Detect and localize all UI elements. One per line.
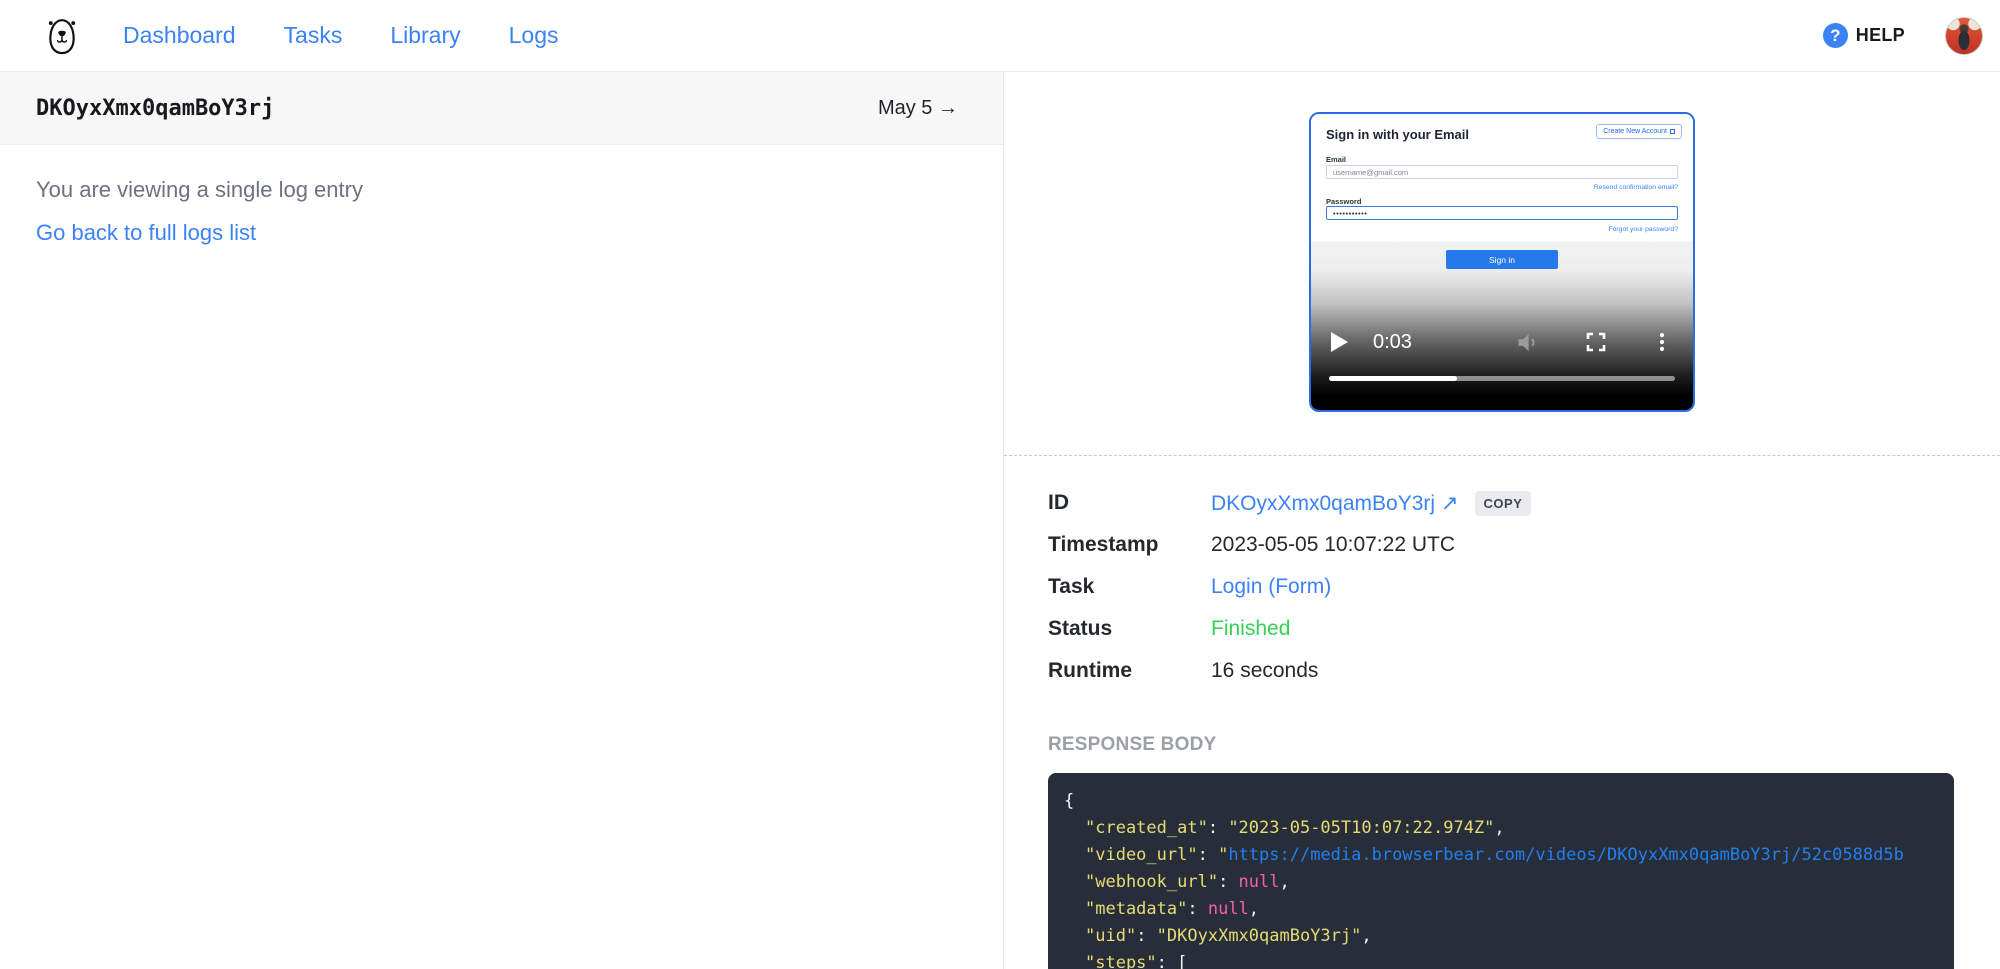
help-button[interactable]: ? HELP	[1823, 23, 1905, 48]
log-id-title: DKOyxXmx0qamBoY3rj	[36, 96, 274, 121]
id-label: ID	[1048, 491, 1211, 515]
browserbear-logo[interactable]	[42, 13, 82, 59]
code-line: "uid": "DKOyxXmx0qamBoY3rj",	[1064, 923, 1938, 950]
user-avatar[interactable]	[1945, 17, 1983, 55]
top-nav: Dashboard Tasks Library Logs ? HELP	[0, 0, 2000, 72]
code-line: "created_at": "2023-05-05T10:07:22.974Z"…	[1064, 815, 1938, 842]
status-label: Status	[1048, 617, 1211, 641]
play-icon[interactable]	[1331, 332, 1348, 352]
status-badge: Finished	[1211, 617, 1290, 641]
timestamp-value: 2023-05-05 10:07:22 UTC	[1211, 533, 1455, 557]
preview-password-label: Password	[1326, 197, 1361, 206]
detail-row-runtime: Runtime 16 seconds	[1048, 650, 1954, 692]
log-date-link[interactable]: May 5 →	[878, 97, 958, 120]
nav-right: ? HELP	[1823, 17, 1983, 55]
arrow-right-icon: →	[938, 97, 958, 119]
external-link-icon	[1670, 129, 1675, 134]
video-progress-bar[interactable]	[1329, 376, 1675, 381]
code-line: "steps": [	[1064, 950, 1938, 969]
runtime-label: Runtime	[1048, 659, 1211, 683]
video-current-time: 0:03	[1373, 331, 1412, 354]
log-date: May 5	[878, 97, 932, 119]
response-body-code-block[interactable]: { "created_at": "2023-05-05T10:07:22.974…	[1048, 773, 1954, 969]
runtime-value: 16 seconds	[1211, 659, 1318, 683]
bear-icon	[42, 13, 82, 59]
detail-row-task: Task Login (Form)	[1048, 566, 1954, 608]
log-entry-header: DKOyxXmx0qamBoY3rj May 5 →	[0, 72, 1003, 145]
log-entry-body: You are viewing a single log entry Go ba…	[0, 145, 1003, 278]
detail-row-status: Status Finished	[1048, 608, 1954, 650]
run-video-player[interactable]: Sign in with your Email Create New Accou…	[1309, 112, 1695, 412]
back-to-logs-link[interactable]: Go back to full logs list	[36, 220, 256, 246]
volume-muted-icon[interactable]	[1514, 329, 1541, 356]
main-nav: Dashboard Tasks Library Logs	[123, 22, 559, 49]
code-line: "metadata": null,	[1064, 896, 1938, 923]
detail-row-id: ID DKOyxXmx0qamBoY3rj ↗ COPY	[1048, 482, 1954, 524]
external-arrow-icon: ↗	[1441, 492, 1459, 515]
single-log-notice: You are viewing a single log entry	[36, 177, 967, 203]
preview-signin-heading: Sign in with your Email	[1326, 127, 1469, 142]
video-progress-fill	[1329, 376, 1457, 381]
nav-item-logs[interactable]: Logs	[509, 22, 559, 49]
timestamp-label: Timestamp	[1048, 533, 1211, 557]
code-line: {	[1064, 788, 1938, 815]
detail-row-timestamp: Timestamp 2023-05-05 10:07:22 UTC	[1048, 524, 1954, 566]
more-options-icon[interactable]	[1651, 331, 1673, 353]
preview-resend-link: Resend confirmation email?	[1594, 184, 1678, 191]
log-detail-panel: Sign in with your Email Create New Accou…	[1004, 72, 2000, 969]
preview-create-account-button: Create New Account	[1596, 124, 1682, 139]
nav-item-tasks[interactable]: Tasks	[284, 22, 343, 49]
response-body-heading: RESPONSE BODY	[1048, 734, 2000, 756]
preview-forgot-link: Forgot your password?	[1608, 226, 1678, 233]
help-label: HELP	[1856, 25, 1905, 46]
preview-password-input: •••••••••••	[1326, 206, 1678, 220]
code-line: "webhook_url": null,	[1064, 869, 1938, 896]
preview-signin-button: Sign in	[1446, 250, 1558, 269]
preview-create-account-label: Create New Account	[1603, 128, 1667, 135]
section-divider	[1004, 455, 2000, 456]
preview-email-input: username@gmail.com	[1326, 165, 1678, 179]
id-value: DKOyxXmx0qamBoY3rj	[1211, 492, 1435, 515]
task-link[interactable]: Login (Form)	[1211, 575, 1331, 599]
copy-id-button[interactable]: COPY	[1475, 491, 1532, 516]
log-entry-panel: DKOyxXmx0qamBoY3rj May 5 → You are viewi…	[0, 72, 1004, 969]
nav-item-dashboard[interactable]: Dashboard	[123, 22, 236, 49]
video-url-link: https://media.browserbear.com/videos/DKO…	[1228, 845, 1904, 865]
video-preview-frame: Sign in with your Email Create New Accou…	[1311, 114, 1693, 410]
main-content: DKOyxXmx0qamBoY3rj May 5 → You are viewi…	[0, 72, 2000, 969]
code-line: "video_url": "https://media.browserbear.…	[1064, 842, 1938, 869]
id-link[interactable]: DKOyxXmx0qamBoY3rj ↗	[1211, 491, 1459, 516]
task-label: Task	[1048, 575, 1211, 599]
video-controls: 0:03	[1311, 327, 1693, 357]
fullscreen-icon[interactable]	[1584, 330, 1608, 354]
preview-email-label: Email	[1326, 155, 1346, 164]
question-mark-icon: ?	[1823, 23, 1848, 48]
log-details-table: ID DKOyxXmx0qamBoY3rj ↗ COPY Timestamp 2…	[1048, 482, 1954, 692]
nav-item-library[interactable]: Library	[390, 22, 460, 49]
